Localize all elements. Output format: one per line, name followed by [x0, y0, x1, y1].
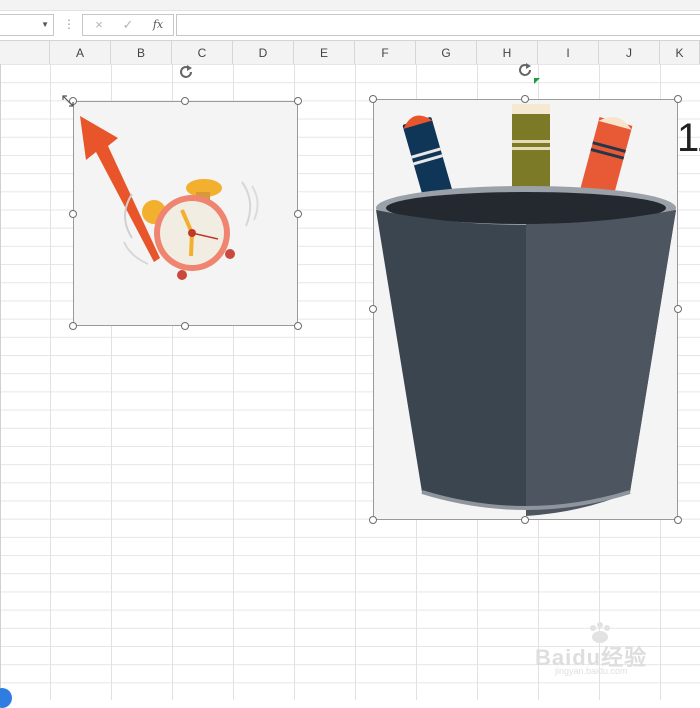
resize-handle-bottom-right[interactable] — [294, 322, 302, 330]
resize-handle-left[interactable] — [69, 210, 77, 218]
drag-handle-icon[interactable]: ⋮ — [63, 17, 75, 31]
resize-handle-top[interactable] — [521, 95, 529, 103]
resize-handle-top-right[interactable] — [294, 97, 302, 105]
column-header-j[interactable]: J — [599, 41, 660, 64]
alarm-clock-picture[interactable] — [73, 101, 298, 326]
resize-handle-bottom-right[interactable] — [674, 516, 682, 524]
formula-input[interactable] — [176, 14, 700, 36]
formula-bar: ▼ ⋮ × ✓ fx — [0, 11, 700, 41]
resize-handle-bottom[interactable] — [521, 516, 529, 524]
column-header-c[interactable]: C — [172, 41, 233, 64]
resize-handle-top-right[interactable] — [674, 95, 682, 103]
rotate-handle-icon[interactable] — [515, 60, 535, 80]
column-header-i[interactable]: I — [538, 41, 599, 64]
column-header-k[interactable]: K — [660, 41, 700, 64]
resize-handle-top[interactable] — [181, 97, 189, 105]
formula-buttons: × ✓ fx — [82, 14, 174, 36]
cancel-icon[interactable]: × — [89, 17, 109, 33]
column-header-e[interactable]: E — [294, 41, 355, 64]
column-header-d[interactable]: D — [233, 41, 294, 64]
column-header-g[interactable]: G — [416, 41, 477, 64]
pencil-cup-picture[interactable] — [373, 99, 678, 520]
insert-function-icon[interactable]: fx — [148, 17, 168, 33]
cell-value[interactable]: 11 — [677, 118, 700, 158]
ribbon-bottom-edge — [0, 0, 700, 11]
watermark-sub: jingyan.baidu.com — [555, 666, 628, 676]
enter-icon[interactable]: ✓ — [118, 17, 138, 33]
row-header-edge — [0, 64, 1, 700]
resize-handle-bottom-left[interactable] — [69, 322, 77, 330]
column-headers: A B C D E F G H I J K — [0, 41, 700, 65]
column-header-a[interactable]: A — [50, 41, 111, 64]
resize-handle-right[interactable] — [294, 210, 302, 218]
resize-handle-top-left[interactable] — [369, 95, 377, 103]
watermark: Baidu经验 jingyan.baidu.com — [535, 622, 685, 676]
column-header-f[interactable]: F — [355, 41, 416, 64]
select-all-corner[interactable] — [0, 41, 50, 64]
column-header-b[interactable]: B — [111, 41, 172, 64]
resize-diagonal-icon — [62, 95, 74, 107]
chevron-down-icon[interactable]: ▼ — [41, 20, 49, 29]
resize-handle-right[interactable] — [674, 305, 682, 313]
resize-handle-bottom[interactable] — [181, 322, 189, 330]
alarm-clock-icon — [80, 116, 259, 280]
name-box[interactable]: ▼ — [0, 14, 54, 36]
pencil-cup-icon — [376, 104, 676, 516]
rotate-handle-icon[interactable] — [176, 62, 196, 82]
resize-handle-bottom-left[interactable] — [369, 516, 377, 524]
resize-handle-left[interactable] — [369, 305, 377, 313]
